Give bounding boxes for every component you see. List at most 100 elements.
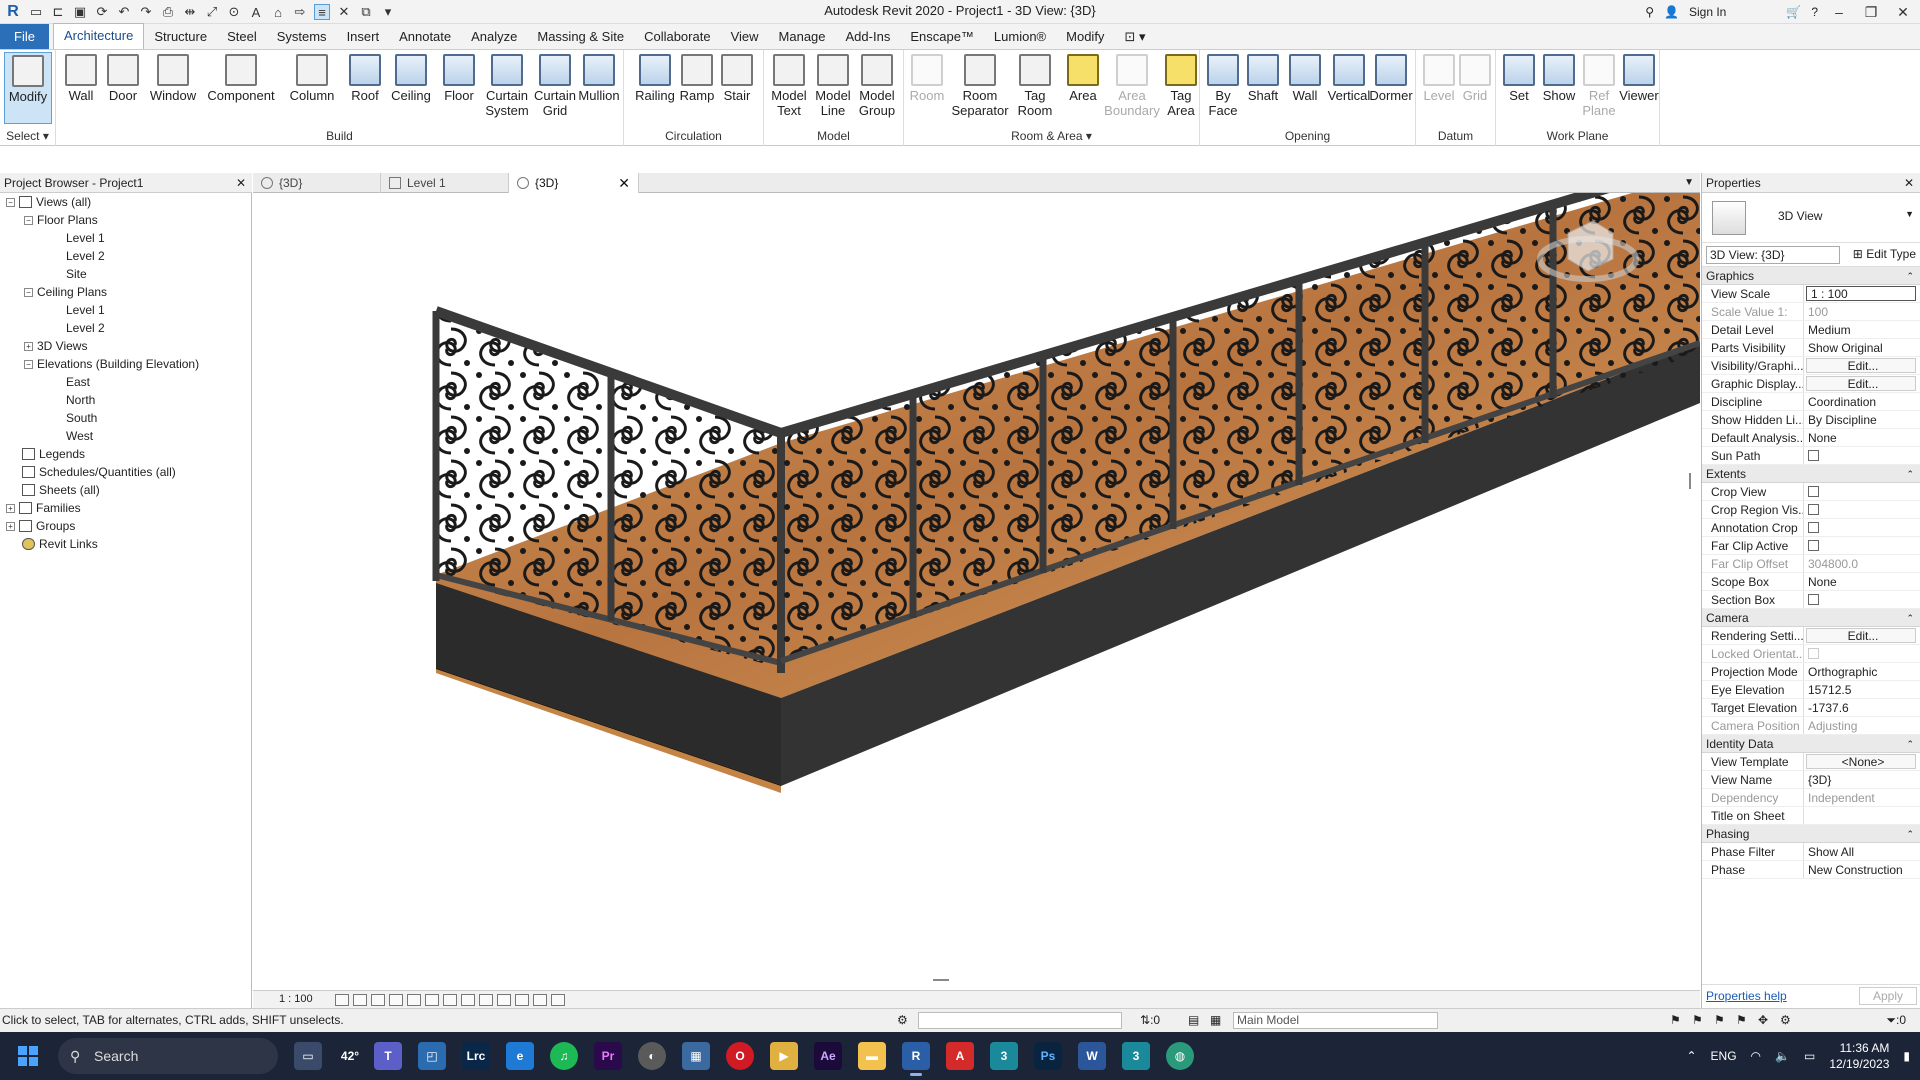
tree-item[interactable]: West [66, 427, 93, 445]
app-icon[interactable]: ▦ [682, 1042, 710, 1070]
grid-button[interactable]: Grid [1452, 52, 1498, 124]
chevron-up-icon[interactable]: ⌃ [1686, 1049, 1696, 1063]
thin-lines-icon[interactable]: ≡ [314, 4, 330, 20]
detail-level-icon[interactable] [335, 994, 349, 1006]
redo-icon[interactable]: ↷ [138, 4, 154, 20]
revit-taskbar-icon[interactable]: R [902, 1042, 930, 1076]
area-button[interactable]: Area [1060, 52, 1106, 124]
collapse-group-icon[interactable]: ⌃ [1906, 735, 1914, 753]
3dsmax-icon[interactable]: 3 [1122, 1042, 1150, 1070]
floor-button[interactable]: Floor [436, 52, 482, 124]
type-selector[interactable]: 3D View ▼ [1702, 193, 1920, 243]
new-icon[interactable]: ▭ [28, 4, 44, 20]
expand-icon[interactable]: + [24, 341, 33, 351]
annotation-crop-checkbox[interactable] [1808, 522, 1819, 533]
weather-widget[interactable]: 42° [332, 1042, 368, 1070]
shadows-icon[interactable] [389, 994, 403, 1006]
help-icon[interactable]: ? [1811, 5, 1818, 19]
tab-add-ins[interactable]: Add-Ins [836, 25, 901, 49]
battery-icon[interactable]: ▭ [1804, 1049, 1815, 1063]
switch-windows-icon[interactable]: ⧉ [358, 4, 374, 20]
word-icon[interactable]: W [1078, 1042, 1106, 1070]
viewer-button[interactable]: Viewer [1616, 52, 1662, 124]
save-icon[interactable]: ▣ [72, 4, 88, 20]
tree-item[interactable]: East [66, 373, 90, 391]
expand-icon[interactable]: + [6, 503, 15, 513]
drawing-canvas[interactable] [253, 193, 1700, 990]
analytical-model-icon[interactable] [533, 994, 547, 1006]
user-icon[interactable]: 👤 [1664, 5, 1679, 19]
tree-item[interactable]: + Groups [6, 517, 75, 535]
room-separator-button[interactable]: Room Separator [948, 52, 1012, 124]
tab-massing-site[interactable]: Massing & Site [527, 25, 634, 49]
component-button[interactable]: Component [200, 52, 282, 124]
group-extents[interactable]: Extents ⌃ [1702, 465, 1920, 483]
drag-elements-icon[interactable]: ✥ [1758, 1009, 1768, 1032]
view-tab[interactable]: Level 1 [381, 173, 509, 193]
collapse-group-icon[interactable]: ⌃ [1906, 825, 1914, 843]
close-icon[interactable]: ✕ [1904, 173, 1914, 193]
tree-item[interactable]: − Ceiling Plans [24, 283, 107, 301]
tag-area-button[interactable]: Tag Area [1158, 52, 1204, 124]
tab-enscape[interactable]: Enscape™ [900, 25, 984, 49]
group-phasing[interactable]: Phasing ⌃ [1702, 825, 1920, 843]
sync-icon[interactable]: ⟳ [94, 4, 110, 20]
app-icon[interactable]: ◐ [638, 1042, 666, 1070]
modify-button[interactable]: Modify [4, 52, 52, 124]
collapse-icon[interactable]: − [24, 215, 33, 225]
splitter-handle[interactable] [1689, 473, 1691, 489]
chevron-down-icon[interactable]: ▼ [1905, 209, 1914, 219]
windows-start-icon[interactable] [18, 1046, 38, 1066]
notifications-icon[interactable]: ▮ [1903, 1049, 1910, 1063]
minimize-button[interactable]: – [1828, 4, 1850, 20]
workset-dropdown[interactable] [918, 1012, 1122, 1029]
autocad-icon[interactable]: A [946, 1042, 974, 1070]
ceiling-button[interactable]: Ceiling [386, 52, 436, 124]
volume-icon[interactable]: 🔈 [1775, 1049, 1790, 1063]
worksharing-icon[interactable] [515, 994, 529, 1006]
opera-icon[interactable]: O [726, 1042, 754, 1070]
revit-logo-icon[interactable]: R [4, 3, 22, 21]
group-graphics[interactable]: Graphics ⌃ [1702, 267, 1920, 285]
ribbon-minimize-toggle[interactable]: ⊡ ▾ [1114, 25, 1155, 49]
tab-lumion[interactable]: Lumion® [984, 25, 1056, 49]
photoshop-icon[interactable]: Ps [1034, 1042, 1062, 1070]
tab-collaborate[interactable]: Collaborate [634, 25, 721, 49]
editing-requests[interactable]: ⇅:0 [1140, 1009, 1160, 1032]
collapse-icon[interactable]: − [24, 359, 33, 369]
tab-analyze[interactable]: Analyze [461, 25, 527, 49]
window-button[interactable]: Window [144, 52, 202, 124]
text-icon[interactable]: A [248, 4, 264, 20]
tab-architecture[interactable]: Architecture [52, 23, 145, 49]
tab-insert[interactable]: Insert [337, 25, 390, 49]
tree-item[interactable]: South [66, 409, 97, 427]
close-icon[interactable]: ✕ [236, 173, 246, 193]
tree-item[interactable]: Level 2 [66, 247, 105, 265]
expand-icon[interactable]: + [6, 521, 15, 531]
sections-icon[interactable]: ⇨ [292, 4, 308, 20]
dormer-button[interactable]: Dormer [1366, 52, 1416, 124]
model-text-button[interactable]: Model Text [766, 52, 812, 124]
section-box-checkbox[interactable] [1808, 594, 1819, 605]
task-view-icon[interactable]: ▭ [294, 1042, 322, 1070]
edit-type-button[interactable]: ⊞ Edit Type [1853, 247, 1916, 261]
area-boundary-button[interactable]: Area Boundary [1104, 52, 1160, 124]
splitter-handle[interactable] [933, 979, 949, 981]
sun-path-icon[interactable] [371, 994, 385, 1006]
tab-steel[interactable]: Steel [217, 25, 267, 49]
after-effects-icon[interactable]: Ae [814, 1042, 842, 1070]
far-clip-active-checkbox[interactable] [1808, 540, 1819, 551]
tree-item[interactable]: − Elevations (Building Elevation) [24, 355, 199, 373]
exclude-options-icon[interactable]: ▦ [1210, 1009, 1221, 1032]
tree-item[interactable]: Level 1 [66, 229, 105, 247]
wall-button[interactable]: Wall [58, 52, 104, 124]
open-icon[interactable]: ⊏ [50, 4, 66, 20]
3d-view-icon[interactable]: ⌂ [270, 4, 286, 20]
undo-icon[interactable]: ↶ [116, 4, 132, 20]
column-button[interactable]: Column [282, 52, 342, 124]
customize-qat-icon[interactable]: ▾ [380, 4, 396, 20]
view-tab[interactable]: {3D} [253, 173, 381, 193]
view-scale[interactable]: 1 : 100 [279, 993, 313, 1005]
properties-help-link[interactable]: Properties help [1706, 989, 1787, 1003]
group-identity-data[interactable]: Identity Data ⌃ [1702, 735, 1920, 753]
